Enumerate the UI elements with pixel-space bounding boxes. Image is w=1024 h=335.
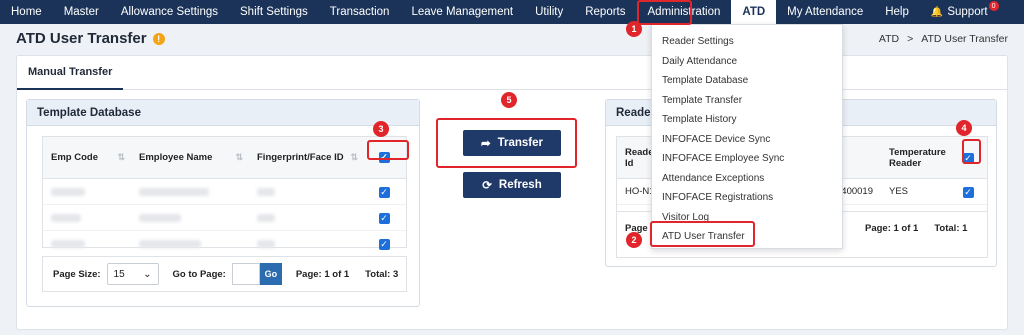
highlight-transfer-button bbox=[436, 118, 577, 168]
col-temperature-reader[interactable]: Temperature Reader bbox=[881, 137, 949, 179]
table-row[interactable]: ✓ bbox=[43, 205, 406, 231]
top-nav: Home Master Allowance Settings Shift Set… bbox=[0, 0, 1024, 24]
menu-reader-settings[interactable]: Reader Settings bbox=[652, 32, 842, 52]
sort-icon[interactable]: ⇅ bbox=[235, 152, 243, 163]
redacted-face-id bbox=[257, 187, 275, 196]
row-checkbox[interactable]: ✓ bbox=[378, 212, 390, 224]
goto-page-input[interactable] bbox=[231, 263, 260, 285]
step-badge-5: 5 bbox=[501, 92, 517, 108]
tab-bar: Manual Transfer bbox=[17, 56, 1007, 90]
breadcrumb-current: ATD User Transfer bbox=[921, 33, 1008, 45]
menu-template-database[interactable]: Template Database bbox=[652, 71, 842, 91]
nav-allowance-settings[interactable]: Allowance Settings bbox=[110, 0, 229, 24]
col-employee-name-label: Employee Name bbox=[139, 152, 213, 163]
refresh-button[interactable]: ⟳ Refresh bbox=[463, 172, 561, 198]
row-checkbox[interactable]: ✓ bbox=[378, 186, 390, 198]
nav-support-label: Support bbox=[947, 6, 988, 18]
page-size-select[interactable]: 15 ⌄ bbox=[106, 263, 159, 285]
sort-icon[interactable]: ⇅ bbox=[350, 152, 358, 163]
template-database-panel: Template Database Emp Code ⇅ Employee Na… bbox=[26, 99, 420, 307]
col-employee-name[interactable]: Employee Name ⇅ bbox=[131, 137, 249, 179]
info-icon[interactable]: ! bbox=[152, 32, 165, 45]
nav-help[interactable]: Help bbox=[874, 0, 920, 24]
bell-icon: 🔔 bbox=[930, 6, 944, 18]
breadcrumb: ATD > ATD User Transfer bbox=[879, 33, 1008, 45]
page-title: ATD User Transfer bbox=[16, 30, 147, 47]
redacted-emp-code bbox=[51, 187, 85, 196]
redacted-employee-name bbox=[139, 240, 201, 248]
nav-shift-settings[interactable]: Shift Settings bbox=[229, 0, 319, 24]
atd-dropdown-menu: Reader Settings Daily Attendance Templat… bbox=[651, 24, 843, 249]
redacted-emp-code bbox=[51, 240, 85, 248]
page-size-label: Page Size: bbox=[53, 268, 101, 280]
menu-infoface-registrations[interactable]: INFOFACE Registrations bbox=[652, 188, 842, 208]
template-database-title: Template Database bbox=[27, 100, 419, 126]
step-badge-2: 2 bbox=[626, 232, 642, 248]
nav-leave-management[interactable]: Leave Management bbox=[400, 0, 524, 24]
row-checkbox[interactable]: ✓ bbox=[378, 239, 390, 250]
col-temperature-line1: Temperature bbox=[889, 146, 946, 158]
refresh-label: Refresh bbox=[498, 179, 542, 191]
step-badge-3: 3 bbox=[373, 121, 389, 137]
goto-page-label: Go to Page: bbox=[172, 268, 226, 280]
row-checkbox[interactable]: ✓ bbox=[962, 186, 974, 198]
highlight-atd-user-transfer bbox=[650, 221, 755, 247]
template-grid: Emp Code ⇅ Employee Name ⇅ Fingerprint/F… bbox=[42, 136, 407, 250]
nav-home[interactable]: Home bbox=[0, 0, 53, 24]
template-pager: Page Size: 15 ⌄ Go to Page: Go Page: 1 o… bbox=[42, 256, 407, 292]
tab-manual-transfer[interactable]: Manual Transfer bbox=[17, 56, 124, 90]
col-temperature-line2: Reader bbox=[889, 157, 922, 169]
menu-template-transfer[interactable]: Template Transfer bbox=[652, 91, 842, 111]
redacted-emp-code bbox=[51, 213, 81, 222]
breadcrumb-root[interactable]: ATD bbox=[879, 33, 899, 45]
redacted-face-id bbox=[257, 213, 275, 222]
step-badge-1: 1 bbox=[626, 21, 642, 37]
menu-infoface-device-sync[interactable]: INFOFACE Device Sync bbox=[652, 130, 842, 150]
table-row[interactable]: ✓ bbox=[43, 231, 406, 257]
nav-support[interactable]: 🔔 Support 0 bbox=[920, 0, 999, 24]
reader-temp-cell: YES bbox=[889, 186, 909, 197]
nav-reports[interactable]: Reports bbox=[574, 0, 636, 24]
nav-atd[interactable]: ATD bbox=[731, 0, 777, 24]
nav-transaction[interactable]: Transaction bbox=[319, 0, 401, 24]
refresh-icon: ⟳ bbox=[482, 180, 492, 192]
page-size-value: 15 bbox=[113, 268, 125, 280]
total-count: Total: 3 bbox=[365, 268, 399, 280]
sort-icon[interactable]: ⇅ bbox=[117, 152, 125, 163]
nav-utility[interactable]: Utility bbox=[524, 0, 574, 24]
col-emp-code[interactable]: Emp Code ⇅ bbox=[43, 137, 131, 179]
menu-template-history[interactable]: Template History bbox=[652, 110, 842, 130]
table-row[interactable]: ✓ bbox=[43, 179, 406, 205]
nav-master[interactable]: Master bbox=[53, 0, 110, 24]
redacted-employee-name bbox=[139, 213, 181, 222]
col-emp-code-label: Emp Code bbox=[51, 152, 98, 163]
page-info: Page: 1 of 1 bbox=[295, 268, 350, 280]
template-grid-header: Emp Code ⇅ Employee Name ⇅ Fingerprint/F… bbox=[43, 137, 406, 179]
go-button[interactable]: Go bbox=[259, 263, 282, 285]
page-header: ATD User Transfer ! bbox=[16, 30, 165, 47]
col-fingerprint-label: Fingerprint/Face ID bbox=[257, 152, 344, 163]
highlight-reader-select-all bbox=[962, 139, 981, 164]
chevron-down-icon: ⌄ bbox=[143, 268, 152, 280]
breadcrumb-separator: > bbox=[907, 33, 914, 45]
col-fingerprint-face-id[interactable]: Fingerprint/Face ID ⇅ bbox=[249, 137, 364, 179]
menu-attendance-exceptions[interactable]: Attendance Exceptions bbox=[652, 169, 842, 189]
menu-infoface-employee-sync[interactable]: INFOFACE Employee Sync bbox=[652, 149, 842, 169]
support-count-badge: 0 bbox=[988, 1, 999, 11]
reader-page-info: Page: 1 of 1 bbox=[865, 223, 919, 234]
step-badge-4: 4 bbox=[956, 120, 972, 136]
col-reader-id-line2: Id bbox=[625, 157, 634, 169]
nav-my-attendance[interactable]: My Attendance bbox=[776, 0, 874, 24]
reader-total-count: Total: 1 bbox=[934, 223, 968, 234]
menu-daily-attendance[interactable]: Daily Attendance bbox=[652, 52, 842, 72]
redacted-employee-name bbox=[139, 187, 209, 196]
redacted-face-id bbox=[257, 240, 275, 248]
highlight-select-all bbox=[367, 140, 409, 160]
highlight-atd-nav bbox=[637, 0, 692, 25]
